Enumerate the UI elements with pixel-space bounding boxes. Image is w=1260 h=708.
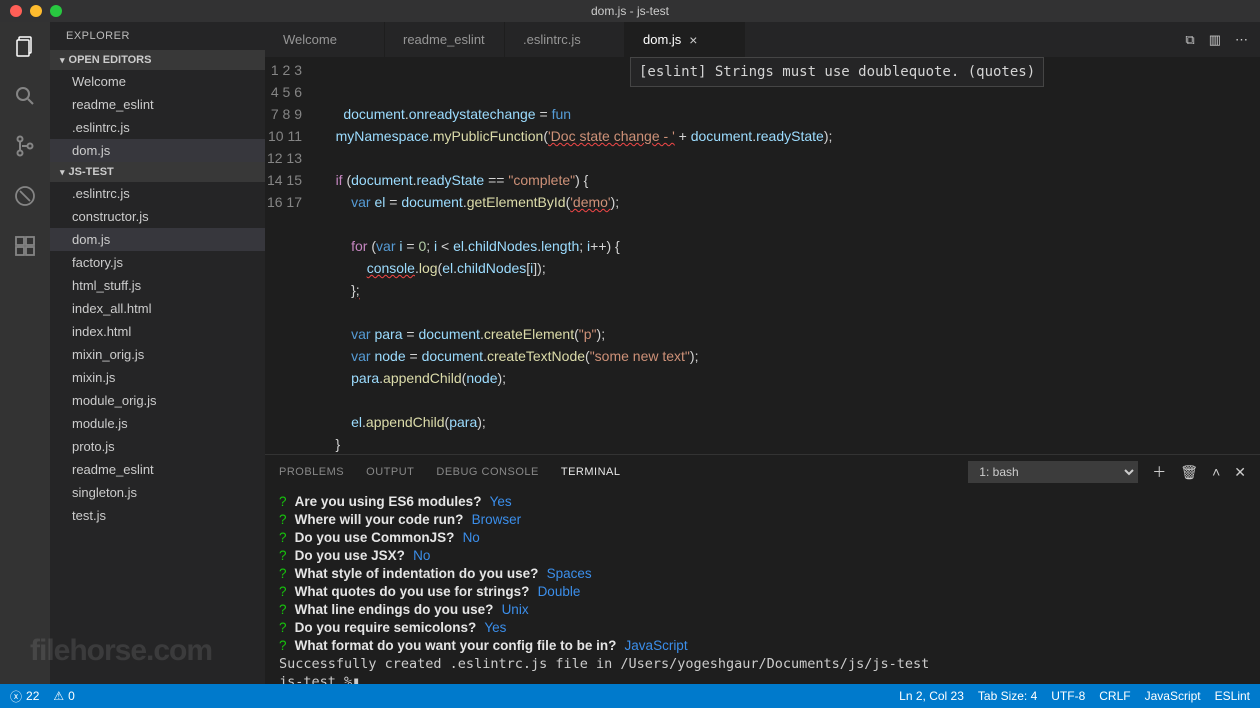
new-terminal-icon[interactable]: ＋ xyxy=(1152,462,1166,482)
file-item[interactable]: module.js xyxy=(50,412,265,435)
tab-label: dom.js xyxy=(643,32,681,47)
traffic-lights xyxy=(0,5,62,17)
file-item[interactable]: test.js xyxy=(50,504,265,527)
terminal-output[interactable]: ? Are you using ES6 modules? Yes ? Where… xyxy=(265,489,1260,684)
close-tab-icon[interactable]: × xyxy=(689,32,697,48)
file-item[interactable]: proto.js xyxy=(50,435,265,458)
activity-bar xyxy=(0,22,50,684)
split-editor-icon[interactable]: ⧉ xyxy=(1185,32,1194,48)
section-header[interactable]: JS-TEST xyxy=(50,162,265,182)
status-linter[interactable]: ESLint xyxy=(1215,689,1250,703)
extensions-icon[interactable] xyxy=(11,232,39,260)
line-gutter: 1 2 3 4 5 6 7 8 9 10 11 12 13 14 15 16 1… xyxy=(265,57,320,454)
close-window-icon[interactable] xyxy=(10,5,22,17)
chevron-down-icon xyxy=(60,54,65,66)
panel-tab[interactable]: DEBUG CONSOLE xyxy=(436,466,538,478)
file-item[interactable]: factory.js xyxy=(50,251,265,274)
panel-tab[interactable]: OUTPUT xyxy=(366,466,414,478)
source-control-icon[interactable] xyxy=(11,132,39,160)
panel-tab[interactable]: PROBLEMS xyxy=(279,466,344,478)
tab-label: Welcome xyxy=(283,32,337,47)
status-language[interactable]: JavaScript xyxy=(1145,689,1201,703)
search-icon[interactable] xyxy=(11,82,39,110)
code-text[interactable]: [eslint] Strings must use doublequote. (… xyxy=(320,57,1260,454)
file-item[interactable]: index.html xyxy=(50,320,265,343)
status-warnings[interactable]: ⚠ 0 xyxy=(53,689,74,703)
status-encoding[interactable]: UTF-8 xyxy=(1051,689,1085,703)
explorer-sidebar: EXPLORER OPEN EDITORSWelcomereadme_eslin… xyxy=(50,22,265,684)
lint-tooltip: [eslint] Strings must use doublequote. (… xyxy=(630,57,1044,87)
file-item[interactable]: readme_eslint xyxy=(50,458,265,481)
more-icon[interactable]: ⋯ xyxy=(1235,32,1248,48)
status-ln-col[interactable]: Ln 2, Col 23 xyxy=(899,689,964,703)
kill-terminal-icon[interactable]: 🗑 xyxy=(1180,464,1198,481)
tab-label: .eslintrc.js xyxy=(523,32,581,47)
debug-icon[interactable] xyxy=(11,182,39,210)
file-item[interactable]: constructor.js xyxy=(50,205,265,228)
section-label: OPEN EDITORS xyxy=(69,54,152,66)
file-item[interactable]: dom.js xyxy=(50,139,265,162)
bottom-panel: PROBLEMS OUTPUT DEBUG CONSOLE TERMINAL 1: b… xyxy=(265,454,1260,684)
minimize-window-icon[interactable] xyxy=(30,5,42,17)
maximize-panel-icon[interactable]: ˄ xyxy=(1212,464,1220,480)
file-item[interactable]: mixin.js xyxy=(50,366,265,389)
file-item[interactable]: .eslintrc.js xyxy=(50,182,265,205)
file-item[interactable]: Welcome xyxy=(50,70,265,93)
editor-tab[interactable]: Welcome xyxy=(265,22,385,57)
editor-tab[interactable]: .eslintrc.js xyxy=(505,22,625,57)
file-item[interactable]: singleton.js xyxy=(50,481,265,504)
code-editor[interactable]: 1 2 3 4 5 6 7 8 9 10 11 12 13 14 15 16 1… xyxy=(265,57,1260,454)
editor-tab[interactable]: readme_eslint xyxy=(385,22,505,57)
section-header[interactable]: OPEN EDITORS xyxy=(50,50,265,70)
file-item[interactable]: readme_eslint xyxy=(50,93,265,116)
panel-tab[interactable]: TERMINAL xyxy=(561,466,621,478)
file-item[interactable]: dom.js xyxy=(50,228,265,251)
status-eol[interactable]: CRLF xyxy=(1099,689,1130,703)
editor-tab[interactable]: dom.js × xyxy=(625,22,745,57)
maximize-window-icon[interactable] xyxy=(50,5,62,17)
file-item[interactable]: mixin_orig.js xyxy=(50,343,265,366)
file-item[interactable]: .eslintrc.js xyxy=(50,116,265,139)
window-title: dom.js - js-test xyxy=(591,4,669,18)
file-item[interactable]: index_all.html xyxy=(50,297,265,320)
explorer-icon[interactable] xyxy=(11,32,39,60)
section-label: JS-TEST xyxy=(69,166,114,178)
status-bar: ⓧ 22 ⚠ 0 Ln 2, Col 23 Tab Size: 4 UTF-8 … xyxy=(0,684,1260,708)
file-item[interactable]: module_orig.js xyxy=(50,389,265,412)
status-tabsize[interactable]: Tab Size: 4 xyxy=(978,689,1037,703)
sidebar-title: EXPLORER xyxy=(50,22,265,50)
file-item[interactable]: html_stuff.js xyxy=(50,274,265,297)
layout-icon[interactable]: ▥ xyxy=(1209,32,1221,48)
terminal-select[interactable]: 1: bash xyxy=(968,461,1138,483)
title-bar: dom.js - js-test xyxy=(0,0,1260,22)
tab-label: readme_eslint xyxy=(403,32,485,47)
editor-tabs: Welcomereadme_eslint.eslintrc.jsdom.js× … xyxy=(265,22,1260,57)
status-errors[interactable]: ⓧ 22 xyxy=(10,688,39,705)
close-panel-icon[interactable]: ✕ xyxy=(1234,464,1246,481)
chevron-down-icon xyxy=(60,166,65,178)
